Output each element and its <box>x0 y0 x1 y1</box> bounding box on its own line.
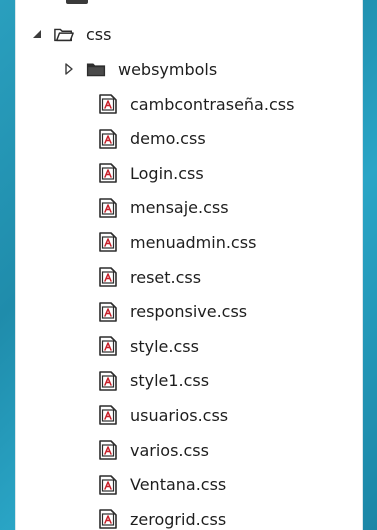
tree-item-label: demo.css <box>130 129 206 149</box>
expand-triangle-icon[interactable] <box>62 62 76 76</box>
css-file-icon <box>98 474 118 495</box>
tree-item-label: varios.css <box>130 440 209 460</box>
clipped-item-icon <box>66 0 88 4</box>
css-file-icon <box>98 370 118 391</box>
tree-item-label: zerogrid.css <box>130 509 227 529</box>
css-file-icon <box>98 405 118 426</box>
tree-item-label: menuadmin.css <box>130 232 257 252</box>
tree-item-label: responsive.css <box>130 302 248 322</box>
tree-item-css-folder[interactable]: css <box>30 17 111 51</box>
tree-item-file[interactable]: reset.css <box>98 260 201 294</box>
tree-item-file[interactable]: cambcontraseña.css <box>98 87 294 121</box>
tree-item-file[interactable]: mensaje.css <box>98 191 229 225</box>
tree-item-label: css <box>86 24 112 44</box>
tree-item-label: style1.css <box>130 371 210 391</box>
tree-item-label: Ventana.css <box>130 475 227 495</box>
tree-item-label: usuarios.css <box>130 405 229 425</box>
tree-item-file[interactable]: style1.css <box>98 364 209 398</box>
tree-item-file[interactable]: demo.css <box>98 122 206 156</box>
css-file-icon <box>98 440 118 460</box>
css-file-icon <box>98 197 118 218</box>
tree-item-file[interactable]: responsive.css <box>98 295 247 329</box>
css-file-icon <box>98 94 118 114</box>
tree-item-file[interactable]: varios.css <box>98 433 209 467</box>
tree-item-file[interactable]: style.css <box>98 329 199 363</box>
css-file-icon <box>98 336 118 356</box>
tree-item-label: Login.css <box>130 163 204 183</box>
tree-item-file[interactable]: usuarios.css <box>98 398 228 432</box>
tree-item-label: cambcontraseña.css <box>130 94 295 114</box>
css-file-icon <box>98 509 118 529</box>
css-file-icon <box>98 232 118 253</box>
tree-item-file[interactable]: Ventana.css <box>98 468 226 502</box>
tree-item-file[interactable]: zerogrid.css <box>98 502 226 530</box>
tree-item-websymbols-folder[interactable]: websymbols <box>62 52 217 86</box>
css-file-icon <box>98 163 118 183</box>
tree-item-file[interactable]: menuadmin.css <box>98 225 256 259</box>
css-file-icon <box>98 128 118 149</box>
folder-icon <box>86 59 106 79</box>
tree-item-file[interactable]: Login.css <box>98 156 204 190</box>
folder-open-icon <box>54 24 74 44</box>
tree-item-label: mensaje.css <box>130 198 229 218</box>
tree-item-label: websymbols <box>118 59 218 79</box>
collapse-triangle-icon[interactable] <box>30 27 44 41</box>
css-file-icon <box>98 301 118 322</box>
css-file-icon <box>98 267 118 287</box>
solution-explorer-panel: css websymbols cambcontraseña.css demo.cs… <box>15 0 363 530</box>
tree-item-label: reset.css <box>130 267 202 287</box>
tree-item-label: style.css <box>130 336 199 356</box>
